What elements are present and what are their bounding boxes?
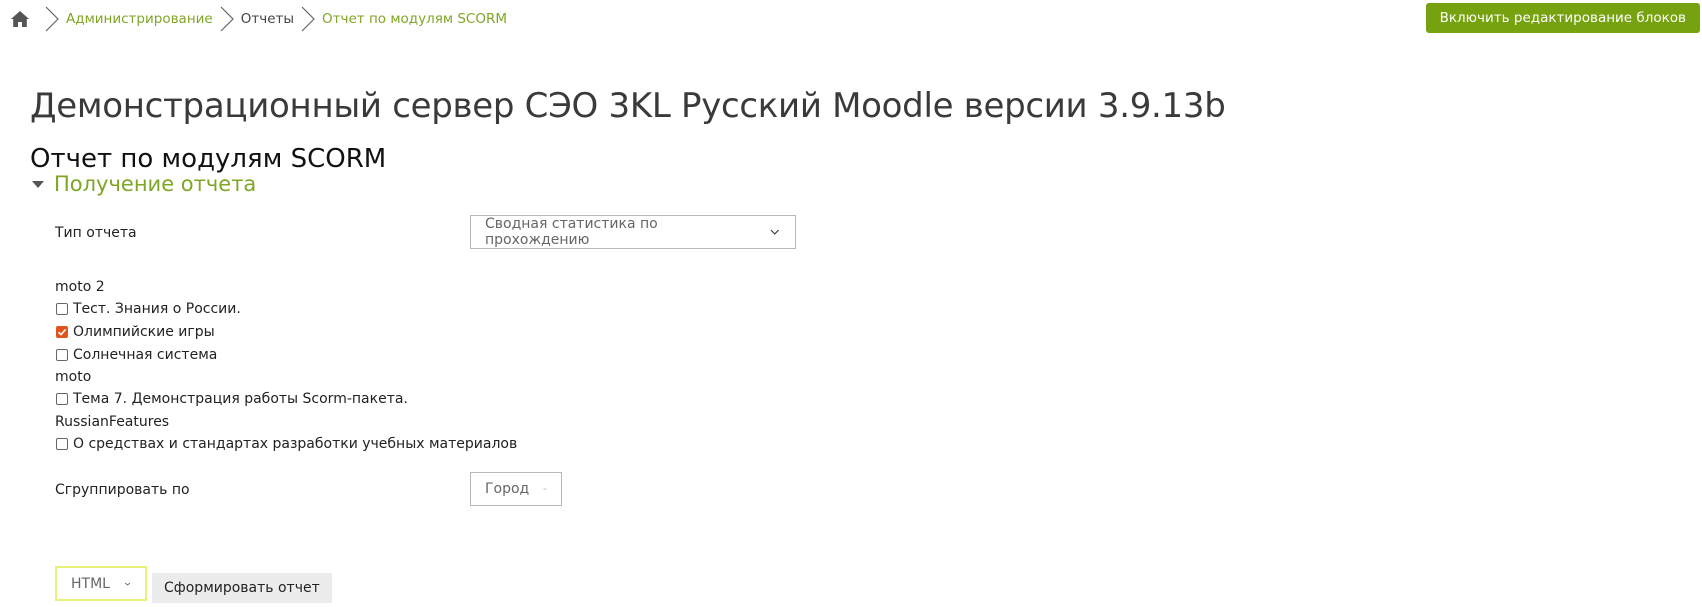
chevron-down-icon xyxy=(543,488,547,490)
checkbox[interactable] xyxy=(56,438,68,450)
breadcrumb: Администрирование Отчеты Отчет по модуля… xyxy=(10,0,507,38)
module-checkbox-row[interactable]: Олимпийские игры xyxy=(56,324,215,340)
format-value: HTML xyxy=(71,575,110,592)
group-by-select[interactable]: Город xyxy=(470,472,562,506)
module-label: Тема 7. Демонстрация работы Scorm-пакета… xyxy=(73,391,408,407)
course-heading: RussianFeatures xyxy=(55,414,170,430)
module-label: Тест. Знания о России. xyxy=(73,301,241,317)
home-icon[interactable] xyxy=(10,9,30,29)
checkbox-checked[interactable] xyxy=(56,326,68,338)
module-checkbox-row[interactable]: Солнечная система xyxy=(56,347,217,363)
format-select[interactable]: HTML xyxy=(55,566,147,601)
checkbox[interactable] xyxy=(56,349,68,361)
checkbox[interactable] xyxy=(56,393,68,405)
group-by-label: Сгруппировать по xyxy=(55,482,190,498)
chevron-down-icon xyxy=(770,229,780,235)
course-heading: moto xyxy=(55,369,92,385)
generate-report-button[interactable]: Сформировать отчет xyxy=(152,573,332,603)
report-type-label: Тип отчета xyxy=(55,225,137,241)
module-label: Олимпийские игры xyxy=(73,324,215,340)
page-title: Отчет по модулям SCORM xyxy=(30,144,387,174)
module-label: Солнечная система xyxy=(73,347,218,363)
group-by-value: Город xyxy=(485,481,530,497)
chevron-right-icon xyxy=(45,6,59,32)
breadcrumb-link-scorm-report[interactable]: Отчет по модулям SCORM xyxy=(322,11,507,27)
module-checkbox-row[interactable]: Тема 7. Демонстрация работы Scorm-пакета… xyxy=(56,391,408,407)
caret-down-icon xyxy=(32,180,44,188)
chevron-down-icon xyxy=(124,582,131,586)
module-checkbox-row[interactable]: Тест. Знания о России. xyxy=(56,301,241,317)
edit-blocks-button[interactable]: Включить редактирование блоков xyxy=(1425,3,1700,33)
checkbox[interactable] xyxy=(56,303,68,315)
breadcrumb-link-admin[interactable]: Администрирование xyxy=(66,11,213,27)
module-label: О средствах и стандартах разработки учеб… xyxy=(73,436,518,452)
chevron-right-icon xyxy=(220,6,234,32)
course-heading: moto 2 xyxy=(55,279,105,295)
chevron-right-icon xyxy=(301,6,315,32)
module-checkbox-row[interactable]: О средствах и стандартах разработки учеб… xyxy=(56,436,517,452)
breadcrumb-item-reports: Отчеты xyxy=(240,11,295,27)
section-toggle-report[interactable]: Получение отчета xyxy=(32,172,256,196)
report-type-select[interactable]: Сводная статистика по прохождению xyxy=(470,215,796,249)
section-title: Получение отчета xyxy=(54,172,257,196)
report-type-value: Сводная статистика по прохождению xyxy=(485,216,658,248)
site-title: Демонстрационный сервер СЭО 3KL Русский … xyxy=(30,86,1226,126)
check-icon xyxy=(57,328,67,336)
